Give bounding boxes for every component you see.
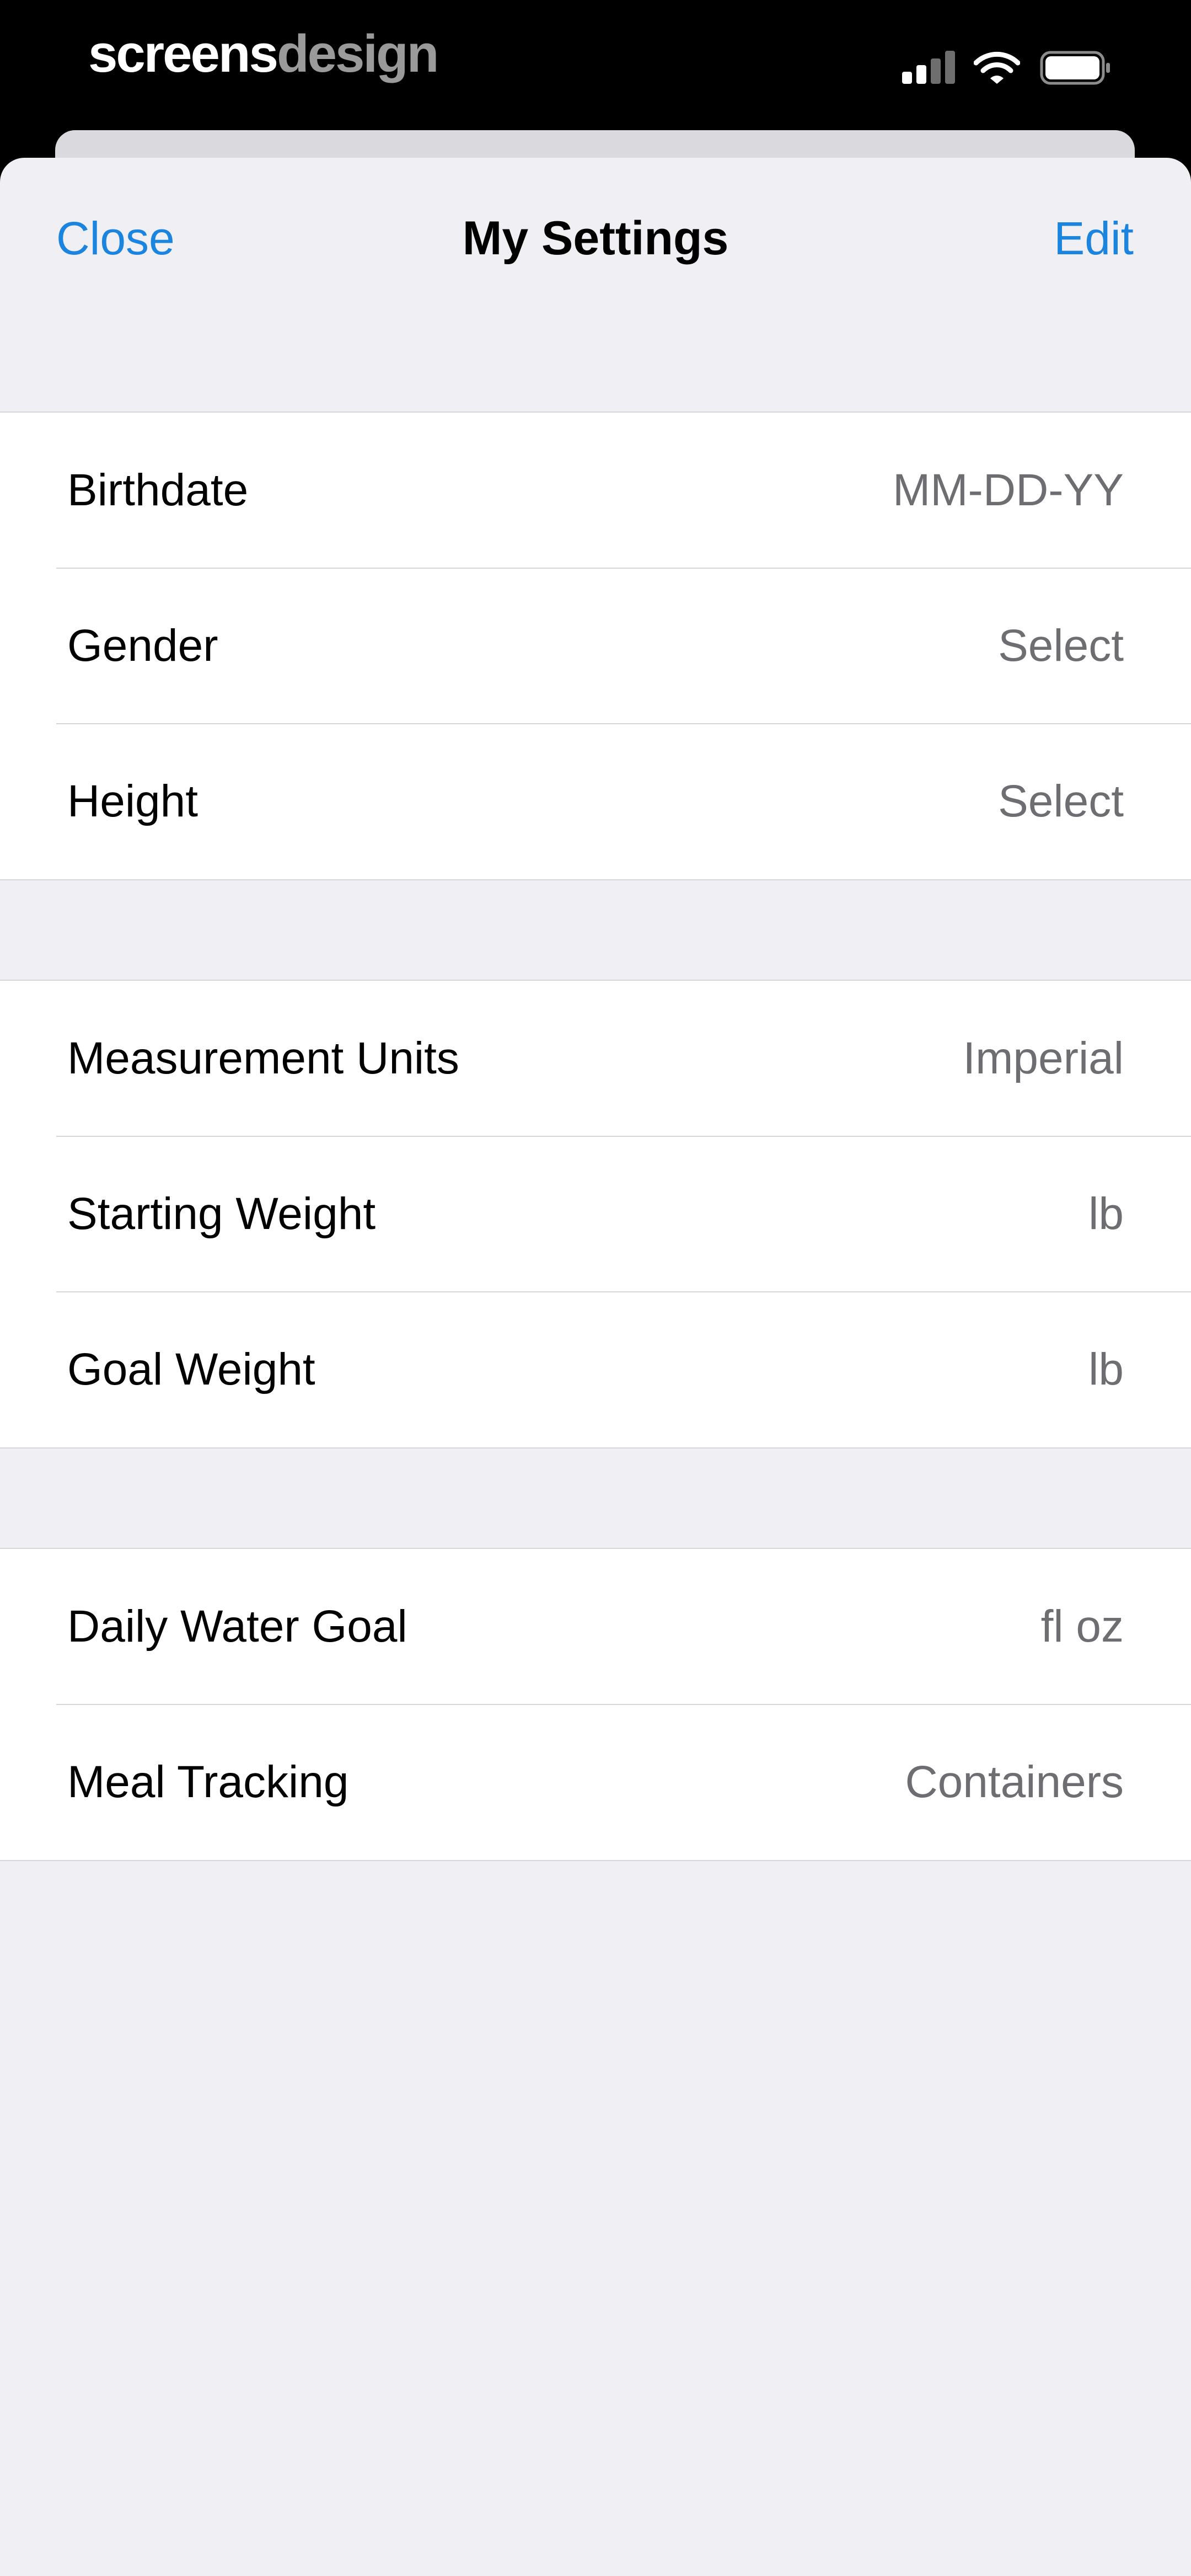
row-value: fl oz: [1040, 1601, 1124, 1652]
row-value: Select: [998, 776, 1124, 826]
tracking-group: Daily Water Goal fl oz Meal Tracking Con…: [0, 1548, 1191, 1861]
edit-button[interactable]: Edit: [1054, 211, 1134, 266]
page-title: My Settings: [462, 212, 729, 265]
profile-group: Birthdate MM-DD-YY Gender Select Height …: [0, 411, 1191, 880]
weight-group: Measurement Units Imperial Starting Weig…: [0, 980, 1191, 1449]
row-label: Goal Weight: [67, 1344, 315, 1394]
row-label: Gender: [67, 621, 218, 671]
measurement-units-row[interactable]: Measurement Units Imperial: [0, 981, 1191, 1136]
navigation-bar: Close My Settings Edit: [0, 158, 1191, 312]
gender-row[interactable]: Gender Select: [0, 568, 1191, 724]
row-value: Imperial: [963, 1033, 1124, 1083]
brand-part-2: design: [276, 24, 439, 83]
row-label: Starting Weight: [67, 1189, 376, 1239]
row-label: Measurement Units: [67, 1033, 459, 1083]
row-label: Daily Water Goal: [67, 1601, 407, 1652]
cellular-signal-icon: [902, 51, 957, 84]
meal-tracking-row[interactable]: Meal Tracking Containers: [0, 1704, 1191, 1860]
birthdate-row[interactable]: Birthdate MM-DD-YY: [0, 413, 1191, 568]
row-value: Containers: [905, 1757, 1124, 1807]
daily-water-goal-row[interactable]: Daily Water Goal fl oz: [0, 1549, 1191, 1704]
row-value: Select: [998, 621, 1124, 671]
wifi-icon: [974, 51, 1020, 84]
brand-part-1: screens: [88, 24, 278, 83]
settings-sheet: Close My Settings Edit Birthdate MM-DD-Y…: [0, 158, 1191, 2576]
row-value: MM-DD-YY: [892, 465, 1124, 515]
row-label: Meal Tracking: [67, 1757, 349, 1807]
height-row[interactable]: Height Select: [0, 723, 1191, 879]
brand-watermark: screensdesign: [88, 21, 439, 87]
row-label: Height: [67, 776, 198, 826]
status-bar: screensdesign: [0, 0, 1191, 130]
goal-weight-row[interactable]: Goal Weight lb: [0, 1291, 1191, 1447]
starting-weight-row[interactable]: Starting Weight lb: [0, 1136, 1191, 1292]
row-label: Birthdate: [67, 465, 249, 515]
battery-icon: [1040, 51, 1110, 85]
row-value: lb: [1088, 1189, 1124, 1239]
row-value: lb: [1088, 1344, 1124, 1394]
